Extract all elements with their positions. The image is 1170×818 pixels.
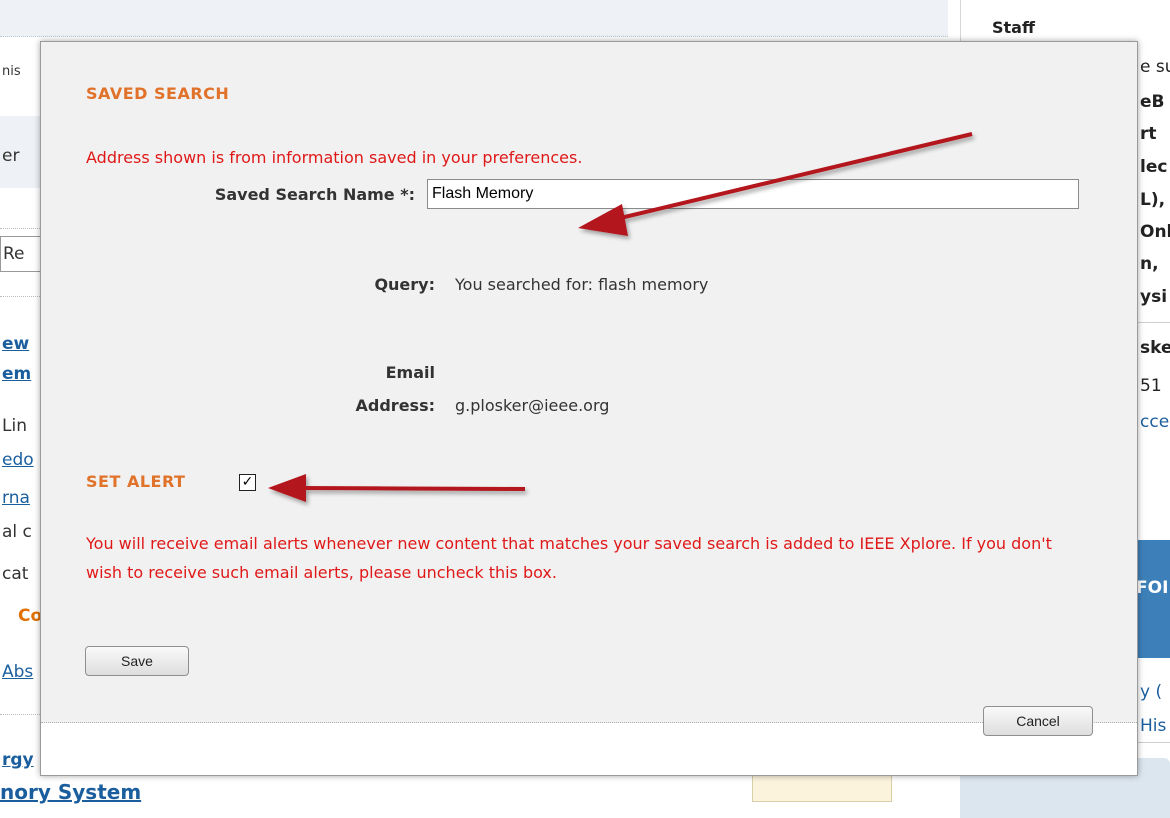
email-label-line1: Email	[385, 363, 435, 382]
background-left-link[interactable]: Abs	[2, 662, 33, 682]
background-left-text: Re	[3, 244, 25, 264]
alert-explanation: You will receive email alerts whenever n…	[86, 534, 1052, 582]
background-left-link[interactable]: em	[2, 364, 31, 384]
background-right-text: ysi	[1140, 287, 1168, 307]
background-left-link[interactable]: rgy	[2, 750, 34, 770]
background-right-text: e su	[1140, 57, 1170, 77]
background-left-link[interactable]: rna	[2, 488, 30, 508]
query-value: You searched for: flash memory	[455, 275, 709, 294]
background-left-heading: Co	[18, 606, 43, 626]
background-staff-heading: Staff	[992, 18, 1035, 37]
background-dotted-line	[0, 714, 42, 715]
email-value: g.plosker@ieee.org	[455, 396, 610, 415]
background-panel-text: FOI	[1136, 578, 1169, 598]
background-right-text: n,	[1140, 254, 1159, 274]
saved-search-dialog: SAVED SEARCH Address shown is from infor…	[40, 41, 1138, 776]
dialog-footer	[41, 723, 1137, 775]
preferences-notice: Address shown is from information saved …	[86, 148, 583, 167]
query-label: Query:	[374, 275, 435, 294]
background-right-link[interactable]: cce	[1140, 412, 1169, 432]
background-left-link[interactable]: edo	[2, 450, 34, 470]
save-button[interactable]: Save	[85, 646, 189, 676]
cancel-button[interactable]: Cancel	[983, 706, 1093, 736]
saved-search-name-label: Saved Search Name *:	[214, 185, 415, 204]
background-bottom-link[interactable]: nory System	[0, 780, 141, 804]
check-mark-icon: ✓	[241, 474, 254, 490]
email-label-line2: Address:	[355, 396, 435, 415]
saved-search-name-input[interactable]	[427, 179, 1079, 209]
background-left-text: cat	[2, 564, 29, 584]
set-alert-checkbox[interactable]: ✓	[239, 474, 256, 491]
dialog-title: SAVED SEARCH	[86, 84, 230, 103]
background-left-text: al c	[2, 522, 32, 542]
background-header-bar	[0, 0, 948, 37]
background-left-link[interactable]: ew	[2, 334, 29, 354]
background-right-link[interactable]: y (	[1140, 682, 1162, 702]
background-left-text: Lin	[2, 416, 27, 436]
background-right-text: lec	[1140, 157, 1168, 177]
background-right-link[interactable]: His	[1140, 716, 1166, 736]
background-left-text: nis	[2, 64, 21, 79]
background-right-text: ske	[1140, 338, 1170, 358]
background-right-text: L),	[1140, 190, 1166, 210]
background-right-text: Onl	[1140, 222, 1170, 242]
background-left-text: er	[2, 146, 20, 166]
background-dotted-line	[0, 228, 42, 229]
background-right-text: eB	[1140, 92, 1165, 112]
background-dotted-line	[0, 296, 42, 297]
background-right-text: rt	[1140, 124, 1157, 144]
background-right-text: 51	[1140, 376, 1162, 396]
set-alert-label: SET ALERT	[86, 472, 186, 491]
